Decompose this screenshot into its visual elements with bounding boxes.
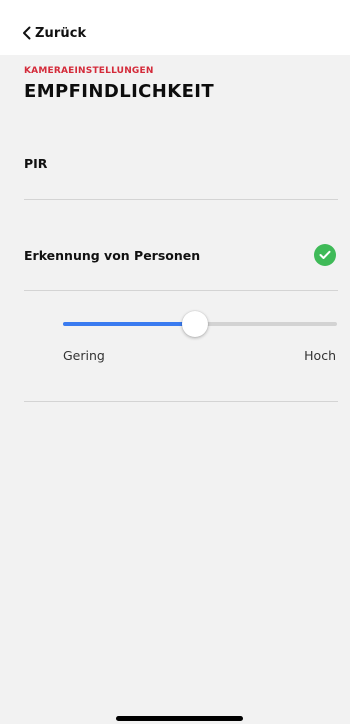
slider-thumb[interactable] (181, 311, 208, 337)
sensitivity-slider[interactable] (63, 311, 337, 337)
divider (24, 199, 338, 200)
chevron-left-icon (22, 26, 31, 40)
page-title: EMPFINDLICHKEIT (24, 81, 215, 102)
option-pir[interactable]: PIR (24, 153, 338, 173)
back-label: Zurück (35, 25, 87, 41)
back-button[interactable]: Zurück (22, 22, 86, 44)
slider-min-label: Gering (63, 348, 105, 363)
option-label: PIR (24, 155, 48, 171)
home-indicator (116, 716, 243, 721)
settings-content: KAMERAEINSTELLUNGEN EMPFINDLICHKEIT PIR … (0, 55, 350, 724)
divider (24, 290, 338, 291)
slider-max-label: Hoch (304, 348, 336, 363)
section-label: KAMERAEINSTELLUNGEN (24, 66, 154, 76)
navigation-bar: Zurück (0, 0, 350, 55)
option-label: Erkennung von Personen (24, 247, 201, 263)
option-person-detection[interactable]: Erkennung von Personen (24, 244, 338, 266)
slider-fill (63, 322, 195, 326)
check-circle-icon (314, 244, 336, 266)
divider (24, 401, 338, 402)
